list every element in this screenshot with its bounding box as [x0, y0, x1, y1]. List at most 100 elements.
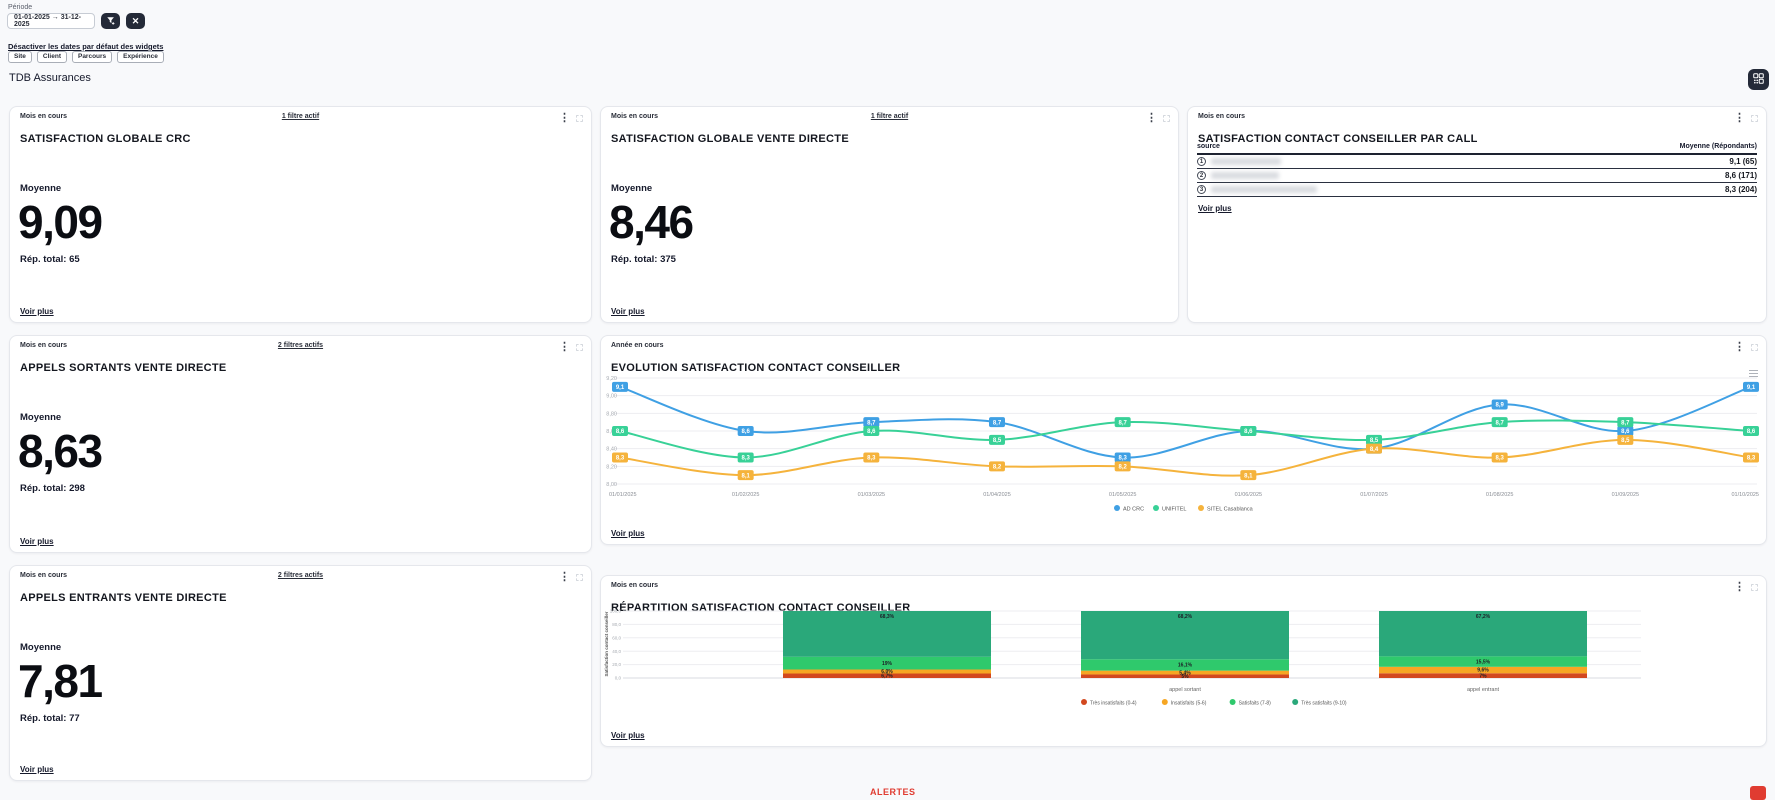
card-title: APPELS ENTRANTS VENTE DIRECTE [20, 592, 227, 604]
voir-plus-link[interactable]: Voir plus [611, 731, 645, 740]
close-icon: ✕ [132, 16, 140, 27]
active-filter-link[interactable]: 1 filtre actif [10, 113, 591, 120]
svg-text:01/01/2025: 01/01/2025 [609, 492, 637, 498]
svg-text:60,0: 60,0 [612, 635, 621, 640]
svg-text:8,3: 8,3 [616, 456, 625, 462]
apply-filter-button[interactable] [101, 13, 120, 29]
kebab-menu-icon[interactable]: ⋮ [559, 113, 570, 124]
card-satisfaction-globale-vente-directe: Mois en cours 1 filtre actif ⋮ SATISFACT… [600, 106, 1179, 323]
svg-text:8,5: 8,5 [1370, 438, 1379, 444]
svg-text:8,3: 8,3 [1495, 456, 1504, 462]
svg-text:01/08/2025: 01/08/2025 [1486, 492, 1514, 498]
active-filter-link[interactable]: 2 filtres actifs [10, 342, 591, 349]
responses-total: Rép. total: 375 [611, 254, 676, 265]
voir-plus-link[interactable]: Voir plus [20, 765, 54, 774]
svg-text:Satisfaction contact conseille: Satisfaction contact conseiller [604, 611, 609, 676]
svg-text:01/05/2025: 01/05/2025 [1109, 492, 1137, 498]
card-evolution-satisfaction: Année en cours ⋮ EVOLUTION SATISFACTION … [600, 335, 1767, 545]
svg-text:19%: 19% [882, 661, 893, 667]
card-satisfaction-globale-crc: Mois en cours 1 filtre actif ⋮ SATISFACT… [9, 106, 592, 323]
svg-text:01/07/2025: 01/07/2025 [1360, 492, 1388, 498]
svg-text:appel sortant: appel sortant [1169, 687, 1201, 693]
card-repartition-satisfaction: Mois en cours ⋮ RÉPARTITION SATISFACTION… [600, 575, 1767, 747]
svg-text:AD CRC: AD CRC [1123, 507, 1144, 513]
evolution-line-chart: 9,209,008,808,608,408,208,0001/01/202501… [601, 336, 1768, 546]
table-row[interactable]: 1 9,1 (65) [1197, 155, 1757, 169]
metric-label: Moyenne [20, 412, 61, 423]
table-row[interactable]: 3 8,3 (204) [1197, 183, 1757, 197]
svg-text:0,0: 0,0 [615, 676, 622, 681]
svg-text:9,1: 9,1 [1747, 385, 1756, 391]
svg-text:8,4: 8,4 [1370, 447, 1379, 453]
kebab-menu-icon[interactable]: ⋮ [1146, 113, 1157, 124]
active-filter-link[interactable]: 1 filtre actif [601, 113, 1178, 120]
chip-parcours[interactable]: Parcours [72, 51, 112, 63]
voir-plus-link[interactable]: Voir plus [611, 307, 645, 316]
row-value: 8,3 (204) [1725, 185, 1757, 194]
row-value: 8,6 (171) [1725, 171, 1757, 180]
svg-text:8,6: 8,6 [1621, 429, 1630, 435]
dashboard-grid-icon [1753, 72, 1764, 87]
card-title: APPELS SORTANTS VENTE DIRECTE [20, 362, 227, 374]
responses-total: Rép. total: 65 [20, 254, 80, 265]
svg-text:5,4%: 5,4% [1179, 670, 1191, 676]
page-title: TDB Assurances [9, 72, 91, 84]
disable-default-dates-link[interactable]: Désactiver les dates par défaut des widg… [8, 42, 163, 51]
svg-text:8,00: 8,00 [606, 482, 617, 488]
card-appels-sortants: Mois en cours 2 filtres actifs ⋮ APPELS … [9, 335, 592, 553]
date-range-input[interactable]: 01-01-2025 → 31-12-2025 [7, 13, 95, 29]
svg-text:8,9: 8,9 [1495, 403, 1504, 409]
svg-text:40,0: 40,0 [612, 649, 621, 654]
svg-text:UNIFITEL: UNIFITEL [1162, 507, 1186, 513]
svg-text:8,2: 8,2 [993, 465, 1002, 471]
alert-badge-icon[interactable] [1750, 786, 1766, 800]
svg-text:8,3: 8,3 [1747, 456, 1756, 462]
svg-text:appel entrant: appel entrant [1467, 687, 1500, 693]
card-period-label: Mois en cours [1198, 113, 1245, 120]
svg-text:100,0: 100,0 [610, 609, 622, 614]
svg-text:8,6: 8,6 [741, 429, 750, 435]
metric-value: 9,09 [18, 199, 102, 245]
svg-text:8,7: 8,7 [1118, 420, 1127, 426]
filter-chip-row: Site Client Parcours Expérience [8, 51, 164, 63]
svg-text:15,5%: 15,5% [1476, 659, 1491, 665]
kebab-menu-icon[interactable]: ⋮ [559, 342, 570, 353]
source-ranking-table: source Moyenne (Répondants) 1 9,1 (65) 2… [1197, 143, 1757, 197]
periode-label: Période [8, 4, 32, 11]
kebab-menu-icon[interactable]: ⋮ [1734, 113, 1745, 124]
card-title: SATISFACTION GLOBALE CRC [20, 133, 191, 145]
table-header: source Moyenne (Répondants) [1197, 143, 1757, 155]
metric-value: 8,63 [18, 428, 102, 474]
funnel-plus-icon [106, 14, 116, 29]
alertes-label[interactable]: ALERTES [870, 787, 916, 797]
clear-filter-button[interactable]: ✕ [126, 13, 145, 29]
svg-text:8,40: 8,40 [606, 447, 617, 453]
svg-text:8,7: 8,7 [1621, 420, 1630, 426]
drag-handle-icon[interactable] [576, 344, 583, 351]
drag-handle-icon[interactable] [576, 115, 583, 122]
svg-text:8,1: 8,1 [1244, 473, 1253, 479]
table-row[interactable]: 2 8,6 (171) [1197, 169, 1757, 183]
rank-badge: 3 [1197, 185, 1206, 194]
responses-total: Rép. total: 77 [20, 713, 80, 724]
drag-handle-icon[interactable] [576, 574, 583, 581]
voir-plus-link[interactable]: Voir plus [20, 307, 54, 316]
voir-plus-link[interactable]: Voir plus [611, 529, 645, 538]
svg-text:20,0: 20,0 [612, 662, 621, 667]
chip-client[interactable]: Client [37, 51, 67, 63]
chip-site[interactable]: Site [8, 51, 32, 63]
svg-text:01/09/2025: 01/09/2025 [1612, 492, 1640, 498]
chip-experience[interactable]: Expérience [117, 51, 164, 63]
widgets-layout-button[interactable] [1748, 69, 1769, 90]
drag-handle-icon[interactable] [1751, 115, 1758, 122]
svg-text:16,1%: 16,1% [1178, 663, 1193, 669]
rank-badge: 1 [1197, 157, 1206, 166]
voir-plus-link[interactable]: Voir plus [1198, 204, 1232, 213]
kebab-menu-icon[interactable]: ⋮ [559, 572, 570, 583]
drag-handle-icon[interactable] [1163, 115, 1170, 122]
redacted-source-name [1211, 172, 1279, 179]
voir-plus-link[interactable]: Voir plus [20, 537, 54, 546]
active-filter-link[interactable]: 2 filtres actifs [10, 572, 591, 579]
svg-text:68,2%: 68,2% [1178, 614, 1193, 620]
svg-text:8,3: 8,3 [741, 456, 750, 462]
